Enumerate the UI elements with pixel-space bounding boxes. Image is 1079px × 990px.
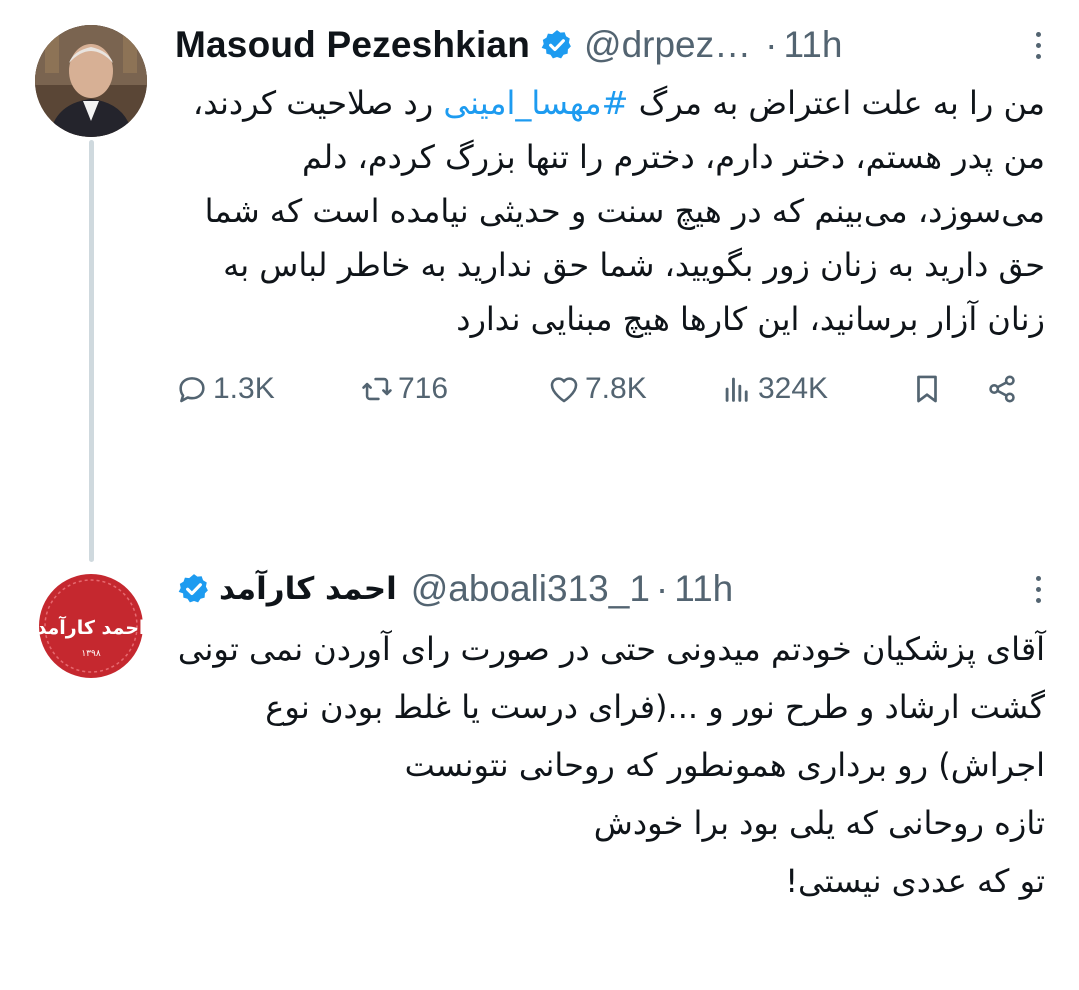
bookmark-button[interactable] bbox=[910, 372, 948, 406]
more-options-icon[interactable] bbox=[1031, 576, 1045, 606]
svg-text:احمد کارآمد: احمد کارآمد bbox=[37, 615, 146, 639]
views-count: 324K bbox=[758, 372, 829, 405]
more-options-icon[interactable] bbox=[1031, 32, 1045, 62]
tweet[interactable]: Masoud Pezeshkian @drpez… · 11h من را به… bbox=[175, 18, 1045, 418]
retweet-icon bbox=[362, 377, 392, 401]
author-handle[interactable]: @drpez… bbox=[584, 24, 751, 66]
avatar-photo bbox=[35, 25, 147, 137]
author-name[interactable]: Masoud Pezeshkian bbox=[175, 24, 530, 66]
retweet-button[interactable]: 716 bbox=[360, 372, 448, 406]
tweet-text: من را به علت اعتراض به مرگ #مهسا_امینی ر… bbox=[175, 76, 1045, 346]
timestamp[interactable]: 11h bbox=[783, 24, 842, 66]
svg-text:۱۳۹۸: ۱۳۹۸ bbox=[81, 649, 101, 659]
share-button[interactable] bbox=[985, 372, 1023, 406]
tweet[interactable]: احمد کارآمد @aboali313_1 · 11h آقای پزشک… bbox=[175, 562, 1045, 910]
separator-dot: · bbox=[655, 568, 669, 609]
like-button[interactable]: 7.8K bbox=[547, 372, 647, 406]
verified-badge-icon bbox=[178, 574, 208, 603]
avatar-logo: احمد کارآمد ۱۳۹۸ bbox=[35, 570, 147, 682]
timestamp[interactable]: 11h bbox=[674, 568, 733, 610]
reply-icon bbox=[179, 377, 205, 403]
tweet-text-part: رد صلاحیت کردند، من پدر هستم، دختر دارم،… bbox=[192, 84, 1045, 338]
tweet-text-part: من را به علت اعتراض به مرگ bbox=[628, 84, 1045, 122]
views-icon bbox=[725, 377, 748, 402]
like-count: 7.8K bbox=[585, 372, 647, 405]
reply-count: 1.3K bbox=[213, 372, 275, 405]
separator-dot: · bbox=[765, 24, 778, 65]
hashtag-link[interactable]: #مهسا_امینی bbox=[443, 84, 628, 122]
bookmark-icon bbox=[917, 375, 937, 403]
tweet-header: Masoud Pezeshkian @drpez… · 11h bbox=[175, 18, 1045, 72]
author-handle[interactable]: @aboali313_1 bbox=[411, 568, 650, 610]
tweet-actions: 1.3K 716 7.8K 324K bbox=[175, 368, 1045, 418]
avatar[interactable]: احمد کارآمد ۱۳۹۸ bbox=[35, 570, 147, 682]
views-button[interactable]: 324K bbox=[720, 372, 828, 406]
reply-button[interactable]: 1.3K bbox=[175, 372, 275, 406]
verified-badge-icon bbox=[541, 30, 571, 59]
tweet-header: احمد کارآمد @aboali313_1 · 11h bbox=[175, 562, 1045, 616]
avatar[interactable] bbox=[35, 25, 147, 137]
share-icon bbox=[989, 375, 1015, 403]
thread-connector-line bbox=[89, 140, 94, 562]
tweet-text: آقای پزشکیان خودتم میدونی حتی در صورت را… bbox=[177, 630, 1045, 900]
retweet-count: 716 bbox=[398, 372, 449, 405]
like-icon bbox=[550, 377, 578, 403]
author-name[interactable]: احمد کارآمد bbox=[219, 571, 397, 607]
